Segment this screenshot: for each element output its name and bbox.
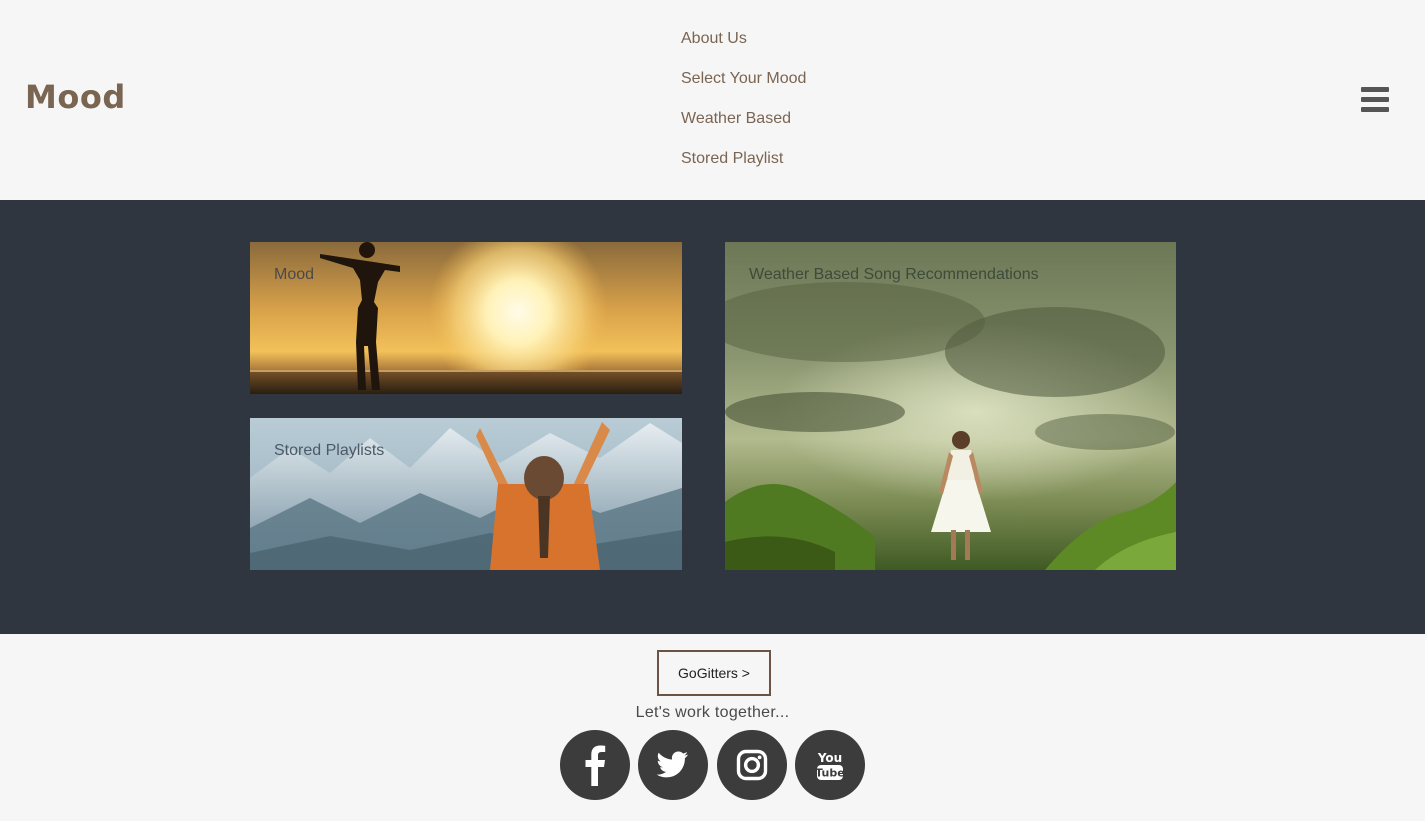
weather-based-card-label: Weather Based Song Recommendations — [749, 266, 1039, 283]
footer-tagline: Let's work together... — [635, 704, 790, 721]
sunset-silhouette-image — [250, 242, 682, 394]
facebook-icon[interactable] — [560, 730, 630, 800]
youtube-icon[interactable]: You Tube — [795, 730, 865, 800]
main-nav: About Us Select Your Mood Weather Based … — [681, 30, 806, 190]
stormy-field-image — [725, 242, 1176, 570]
stored-playlists-card-label: Stored Playlists — [274, 442, 385, 459]
nav-item-select-your-mood[interactable]: Select Your Mood — [681, 70, 806, 110]
svg-text:You: You — [817, 751, 842, 765]
site-logo[interactable]: Mood — [25, 78, 126, 116]
twitter-icon[interactable] — [638, 730, 708, 800]
mood-card-label: Mood — [274, 266, 315, 283]
stored-playlists-card[interactable]: Stored Playlists — [250, 418, 682, 570]
nav-item-stored-playlist[interactable]: Stored Playlist — [681, 150, 806, 190]
hamburger-menu-icon[interactable] — [1361, 87, 1389, 113]
instagram-icon[interactable] — [717, 730, 787, 800]
weather-based-card[interactable]: Weather Based Song Recommendations — [725, 242, 1176, 570]
nav-item-weather-based[interactable]: Weather Based — [681, 110, 806, 150]
site-header: Mood About Us Select Your Mood Weather B… — [0, 0, 1425, 200]
nav-item-about-us[interactable]: About Us — [681, 30, 806, 70]
gogitters-button[interactable]: GoGitters > — [657, 650, 771, 696]
mood-card[interactable]: Mood — [250, 242, 682, 394]
feature-cards-section: Mood Stored Playlists Weather Based Song… — [0, 200, 1425, 634]
svg-text:Tube: Tube — [815, 767, 844, 780]
mountain-arms-raised-image — [250, 418, 682, 570]
site-footer: GoGitters > Let's work together... You T… — [0, 634, 1425, 821]
